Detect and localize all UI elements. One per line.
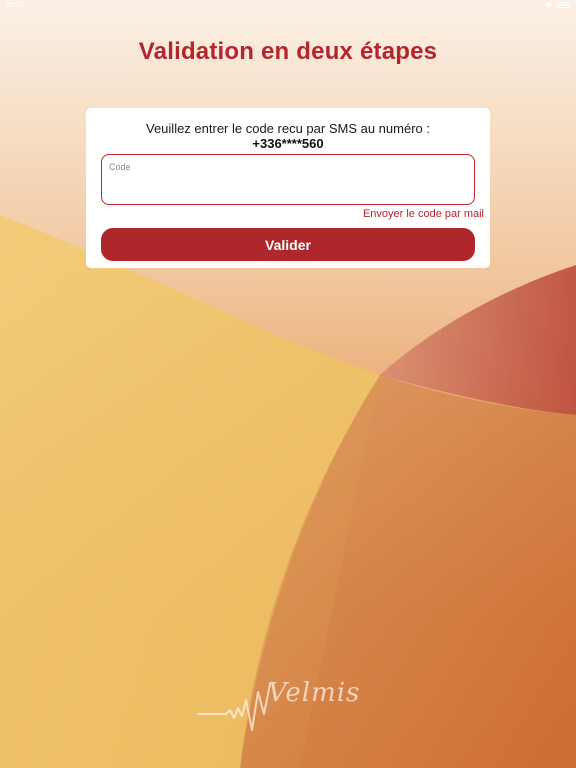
page-title: Validation en deux étapes [138, 38, 438, 65]
wifi-icon [545, 2, 552, 8]
velmis-logo-text: Velmis [268, 678, 361, 708]
code-field-label: Code [109, 162, 131, 172]
velmis-logo: Velmis [196, 672, 376, 742]
send-code-by-email-link[interactable]: Envoyer le code par mail [363, 208, 484, 220]
status-time: 10:04 [6, 2, 24, 9]
login-screen: 10:04 Validation en deux étapes Veuillez… [0, 0, 576, 768]
code-input[interactable] [108, 175, 468, 199]
sms-instruction: Veuillez entrer le code recu par SMS au … [146, 121, 430, 136]
verification-card: Veuillez entrer le code recu par SMS au … [86, 108, 490, 268]
validate-button[interactable]: Valider [101, 228, 475, 261]
battery-icon [556, 2, 570, 8]
masked-phone-number: +336****560 [252, 136, 324, 151]
status-icons [545, 2, 570, 8]
code-field[interactable]: Code [101, 154, 475, 205]
status-bar: 10:04 [0, 0, 576, 14]
